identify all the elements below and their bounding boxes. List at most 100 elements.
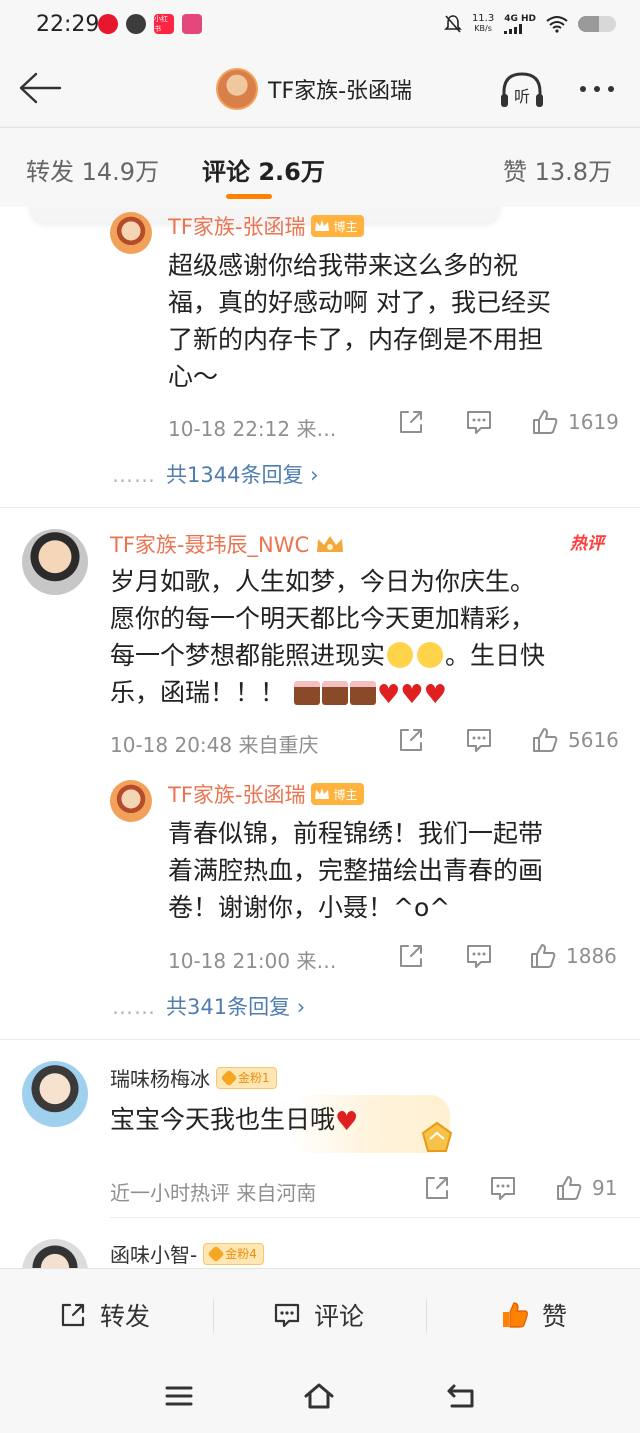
comment-date: 10-18 22:12 <box>168 417 291 441</box>
comment-line-part: 。生日快 <box>445 641 546 670</box>
system-nav-bar <box>0 1360 640 1433</box>
back-nav-icon[interactable] <box>444 1380 478 1412</box>
share-button[interactable] <box>396 725 426 755</box>
like-button[interactable]: 91 <box>554 1173 617 1203</box>
comment-meta: 近一小时热评 来自河南 <box>110 1177 316 1206</box>
reply-dots: …… <box>112 463 156 487</box>
back-arrow-icon[interactable] <box>16 70 62 106</box>
reply-button[interactable] <box>464 941 494 971</box>
reply-count: 共341条回复 › <box>166 995 306 1019</box>
reply-button[interactable] <box>488 1173 518 1203</box>
menu-icon[interactable] <box>162 1380 196 1412</box>
comment-author[interactable]: 函味小智- <box>110 1239 197 1268</box>
heart-emoji: ♥ <box>423 680 447 710</box>
comment-author[interactable]: TF家族-张函瑞 <box>168 779 305 809</box>
thumbs-up-icon <box>533 728 558 752</box>
more-options-icon[interactable] <box>580 86 614 92</box>
status-time: 22:29 <box>36 12 100 37</box>
signal-indicator: 4G HD <box>504 14 536 34</box>
comment-author-row: TF家族-张函瑞 博主 <box>168 779 364 809</box>
share-icon <box>400 411 422 433</box>
divider <box>426 1299 427 1333</box>
comment-line: 卷！谢谢你，小聂！^o^ <box>168 893 451 922</box>
like-button[interactable]: 1619 <box>530 407 619 437</box>
comment-author[interactable]: TF家族-聂玮辰_NWC <box>110 529 309 559</box>
cake-emoji <box>293 681 320 705</box>
avatar[interactable] <box>110 780 152 822</box>
share-icon <box>400 729 422 751</box>
comment-author[interactable]: 瑞味杨梅冰 <box>110 1063 210 1092</box>
view-replies-link[interactable]: …… 共341条回复 › <box>112 991 305 1021</box>
heart-emoji: ♥ <box>335 1107 359 1137</box>
thumbs-up-icon <box>531 944 556 968</box>
home-icon[interactable] <box>302 1380 336 1412</box>
comment-line: 超级感谢你给我带来这么多的祝 <box>168 251 519 280</box>
crying-face-emoji <box>387 642 414 668</box>
tab-like[interactable]: 赞 13.8万 <box>503 152 612 187</box>
comment-text: 青春似锦，前程锦绣！我们一起带 着满腔热血，完整描绘出青春的画 卷！谢谢你，小聂… <box>168 815 543 926</box>
top-nav-bar: TF家族-张函瑞 听 <box>0 52 640 126</box>
comment-line: 每一个梦想都能照进现实 。生日快 <box>110 637 545 674</box>
thumbs-up-icon <box>557 1176 582 1200</box>
wifi-icon <box>546 16 568 33</box>
comment-date: 10-18 21:00 <box>168 949 291 973</box>
net-speed: 11.3 KB/s <box>472 14 494 34</box>
comment-icon <box>491 1177 515 1200</box>
comment-list[interactable]: TF家族-张函瑞 博主 超级感谢你给我带来这么多的祝 福，真的好感动啊 对了，我… <box>0 207 640 1268</box>
gold-fan-icon <box>220 1069 238 1086</box>
divider <box>0 507 640 508</box>
share-icon <box>400 945 422 967</box>
repost-button[interactable]: 转发 <box>58 1297 150 1333</box>
reply-button[interactable] <box>464 725 494 755</box>
thumbs-up-icon <box>533 410 558 434</box>
fan-badge: 金粉1 <box>216 1066 277 1089</box>
avatar[interactable] <box>22 529 88 595</box>
comment-location: 来… <box>296 949 337 973</box>
comment-meta: 10-18 20:48 来自重庆 <box>110 729 318 758</box>
comment-button[interactable]: 评论 <box>272 1297 364 1333</box>
thumbs-up-filled-icon <box>503 1302 528 1328</box>
like-button[interactable]: 5616 <box>530 725 619 755</box>
comment-author[interactable]: TF家族-张函瑞 <box>168 211 305 241</box>
avatar[interactable] <box>22 1239 88 1268</box>
share-button[interactable] <box>396 407 426 437</box>
like-button[interactable]: 1886 <box>528 941 617 971</box>
other-app-icon <box>182 14 202 34</box>
comment-location: 来自重庆 <box>238 733 319 757</box>
comment-icon <box>274 1303 300 1328</box>
tab-repost[interactable]: 转发 14.9万 <box>26 152 159 187</box>
comment-line-part: 乐，函瑞！！！ <box>110 678 286 707</box>
heart-emoji: ♥ <box>400 680 424 710</box>
net-speed-unit: KB/s <box>474 24 492 33</box>
share-icon <box>426 1177 448 1199</box>
avatar[interactable] <box>22 1061 88 1127</box>
like-post-button[interactable]: 赞 <box>500 1297 567 1333</box>
share-button[interactable] <box>396 941 426 971</box>
host-badge: 博主 <box>311 215 364 237</box>
comment-date: 近一小时热评 <box>110 1181 230 1205</box>
crown-icon <box>315 220 330 231</box>
divider <box>213 1299 214 1333</box>
like-count: 5616 <box>568 728 619 752</box>
view-replies-link[interactable]: …… 共1344条回复 › <box>112 459 319 489</box>
comment-icon <box>467 411 491 434</box>
heart-emoji: ♥ <box>376 680 401 710</box>
status-indicators: 11.3 KB/s 4G HD <box>444 14 616 34</box>
like-count: 1619 <box>568 410 619 434</box>
crying-face-emoji <box>417 642 444 668</box>
listen-headphone-icon[interactable]: 听 <box>498 70 546 110</box>
gold-gem-icon <box>421 1121 453 1152</box>
status-app-icons: 小红书 <box>98 14 202 34</box>
comment-line: 心～ <box>168 362 219 391</box>
nav-title[interactable]: TF家族-张函瑞 <box>216 68 412 110</box>
share-button[interactable] <box>422 1173 452 1203</box>
avatar[interactable] <box>110 212 152 254</box>
cake-emoji <box>349 681 376 705</box>
divider <box>110 1217 640 1218</box>
comment-line: 福，真的好感动啊 对了，我已经买 <box>168 288 551 317</box>
reply-button[interactable] <box>464 407 494 437</box>
active-tab-indicator <box>226 194 272 199</box>
xiaohongshu-app-icon: 小红书 <box>154 14 174 34</box>
comment-location: 来自河南 <box>236 1181 317 1205</box>
tab-comment[interactable]: 评论 2.6万 <box>202 152 325 187</box>
